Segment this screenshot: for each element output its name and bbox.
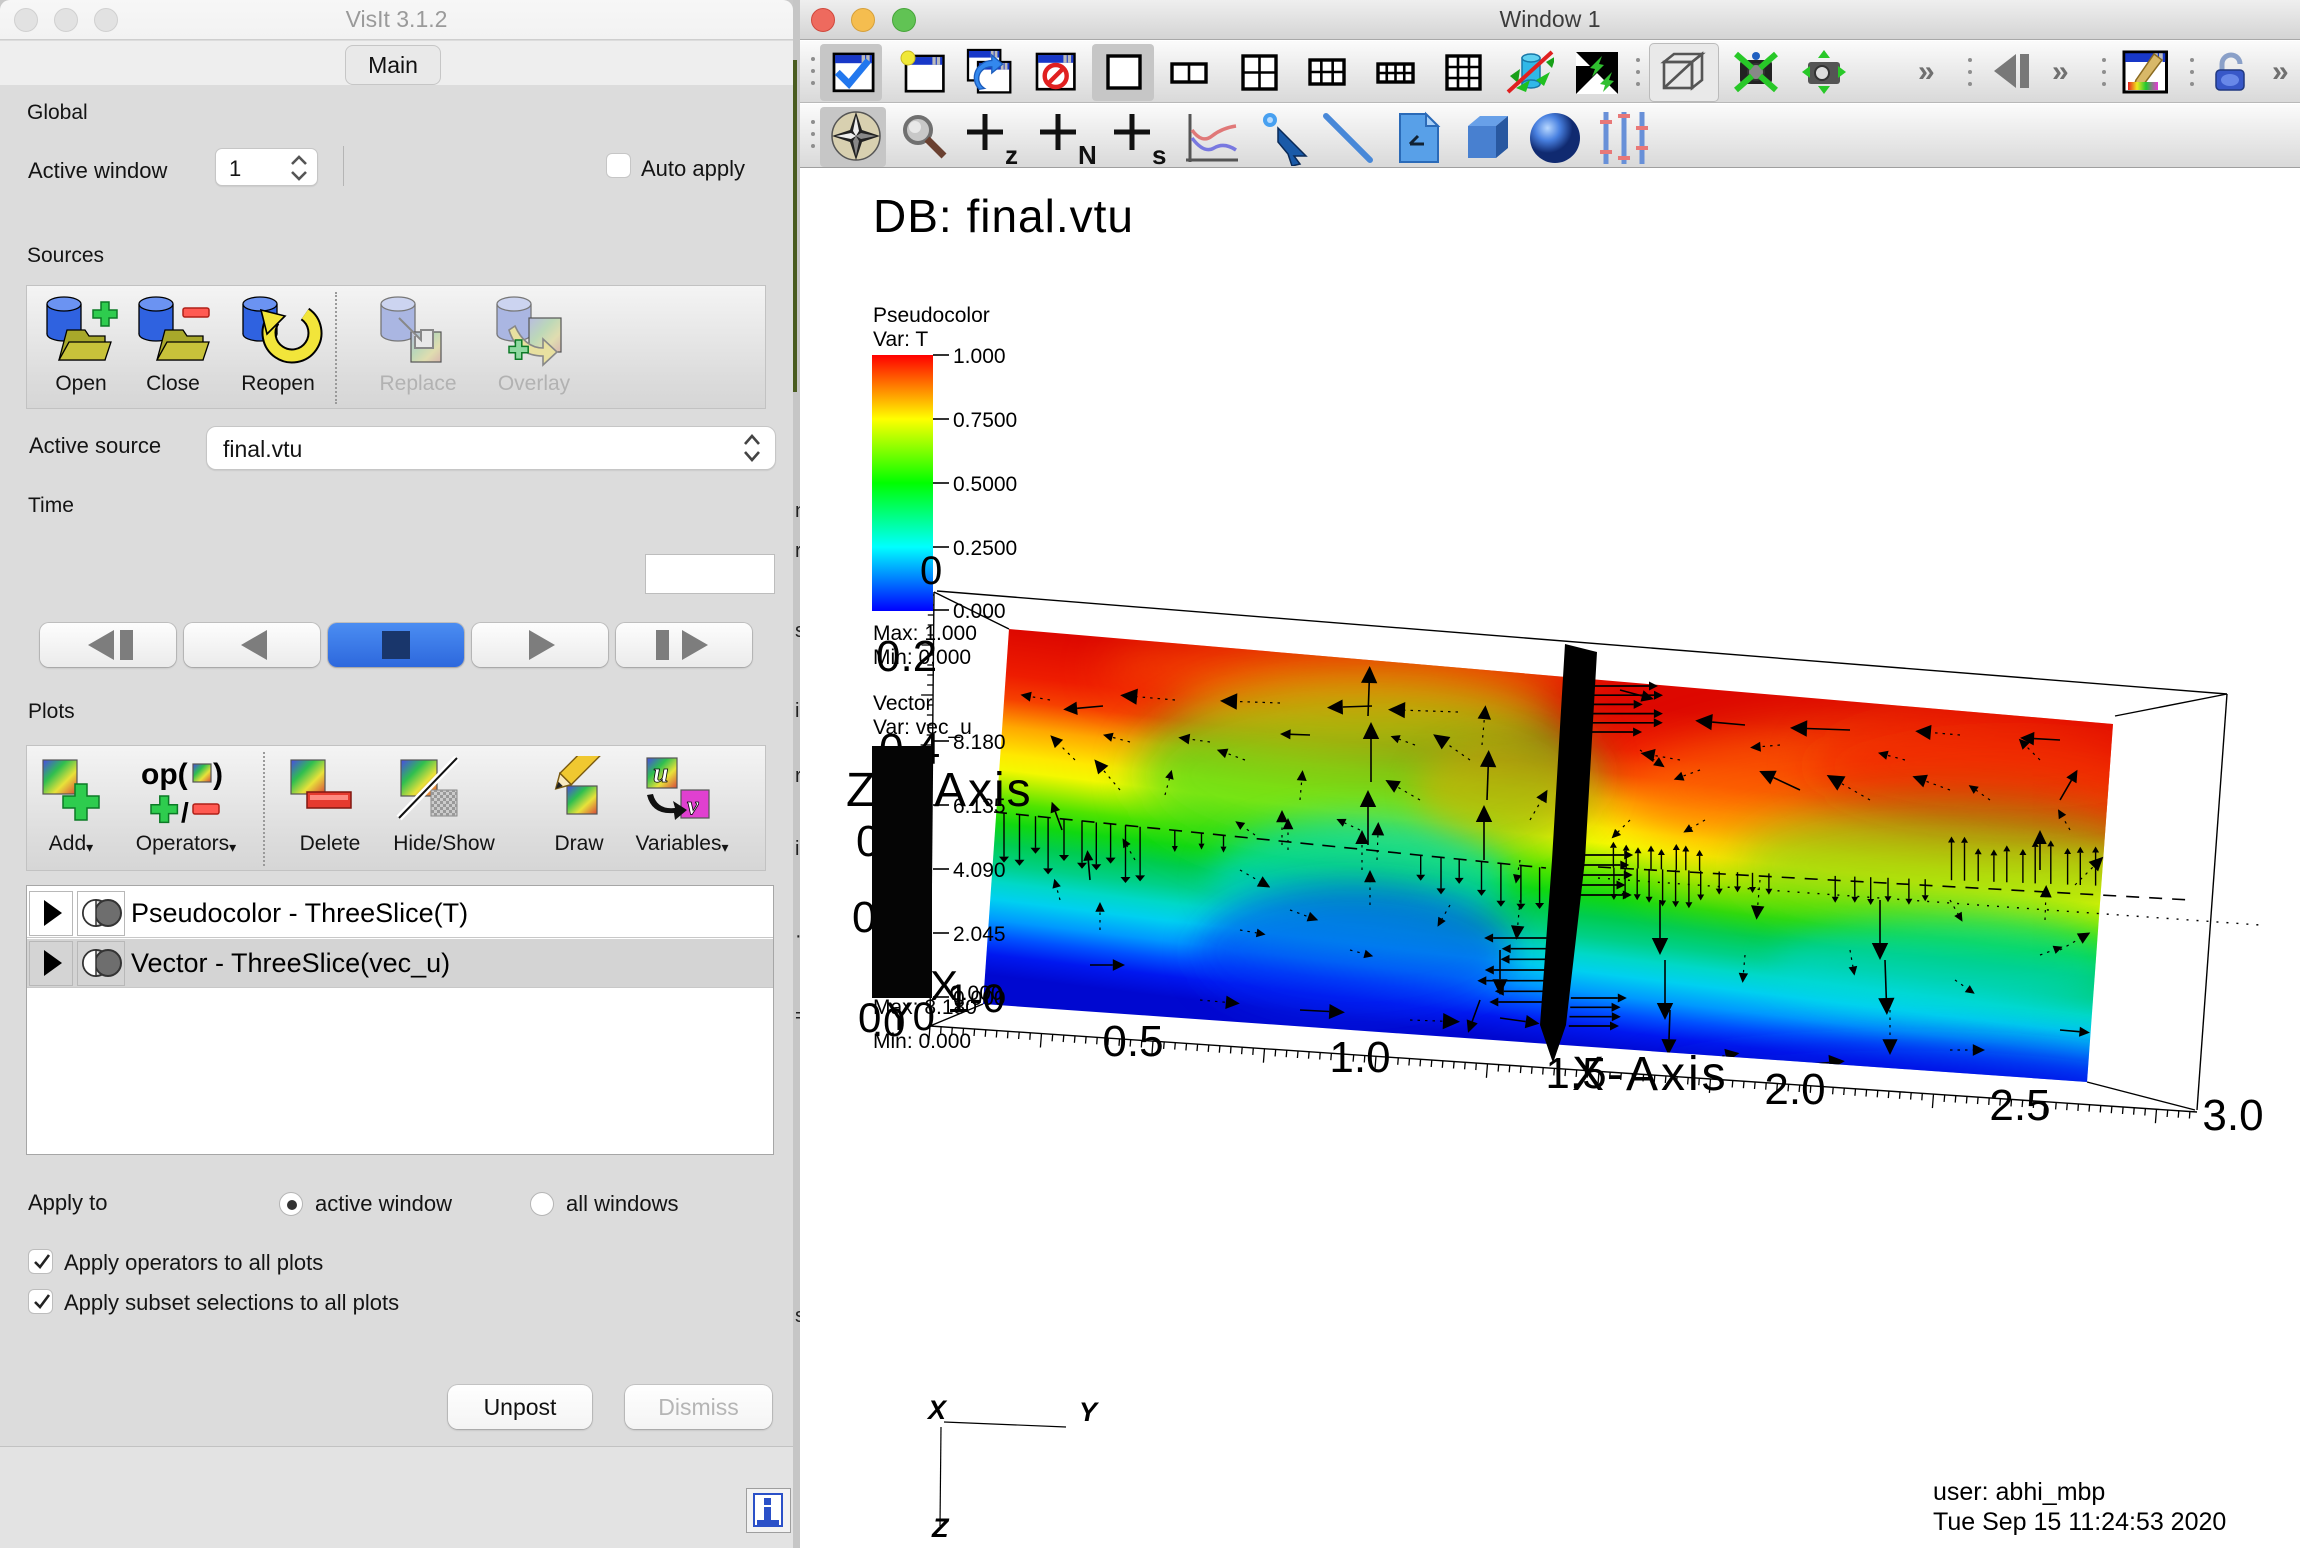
svg-text:0.000: 0.000 bbox=[950, 982, 1003, 1005]
svg-text:Pseudocolor: Pseudocolor bbox=[873, 304, 990, 327]
svg-text:DB: final.vtu: DB: final.vtu bbox=[873, 190, 1134, 242]
svg-text:X: X bbox=[926, 1395, 948, 1425]
svg-text:Var: T: Var: T bbox=[873, 328, 928, 351]
svg-text:0.5: 0.5 bbox=[1102, 1017, 1163, 1066]
svg-text:2.5: 2.5 bbox=[1989, 1081, 2050, 1130]
svg-text:z: z bbox=[1005, 140, 1018, 166]
svg-text:0: 0 bbox=[920, 549, 942, 593]
svg-text:0.5000: 0.5000 bbox=[953, 473, 1017, 496]
svg-text:): ) bbox=[213, 758, 223, 791]
svg-text:0.000: 0.000 bbox=[953, 600, 1006, 623]
svg-text:0.2500: 0.2500 bbox=[953, 537, 1017, 560]
svg-text:4.090: 4.090 bbox=[953, 859, 1006, 882]
svg-text:Axis: Axis bbox=[934, 764, 1033, 817]
svg-text:/: / bbox=[181, 797, 189, 828]
svg-text:s: s bbox=[1152, 140, 1166, 166]
svg-text:N: N bbox=[1078, 140, 1097, 166]
svg-text:Y: Y bbox=[1079, 1397, 1100, 1427]
svg-text:1.000: 1.000 bbox=[953, 345, 1006, 368]
svg-text:op(: op( bbox=[141, 758, 188, 791]
svg-text:1.0: 1.0 bbox=[1329, 1033, 1390, 1082]
svg-text:3.0: 3.0 bbox=[2202, 1091, 2263, 1140]
svg-text:Z: Z bbox=[846, 764, 875, 817]
svg-text:Vector: Vector bbox=[873, 692, 933, 715]
svg-text:v: v bbox=[687, 791, 699, 820]
svg-text:u: u bbox=[653, 758, 669, 789]
svg-text:2.045: 2.045 bbox=[953, 923, 1006, 946]
svg-text:2.0: 2.0 bbox=[1764, 1065, 1825, 1114]
svg-text:0.2: 0.2 bbox=[876, 632, 937, 681]
svg-text:8.180: 8.180 bbox=[953, 731, 1006, 754]
svg-text:0.7500: 0.7500 bbox=[953, 409, 1017, 432]
svg-text:Tue Sep 15 11:24:53 2020: Tue Sep 15 11:24:53 2020 bbox=[1933, 1508, 2226, 1536]
svg-text:Z: Z bbox=[931, 1513, 950, 1543]
svg-text:X-Axis: X-Axis bbox=[1572, 1048, 1729, 1101]
svg-text:user: abhi_mbp: user: abhi_mbp bbox=[1933, 1478, 2105, 1506]
svg-text:.0: .0 bbox=[872, 1001, 905, 1045]
